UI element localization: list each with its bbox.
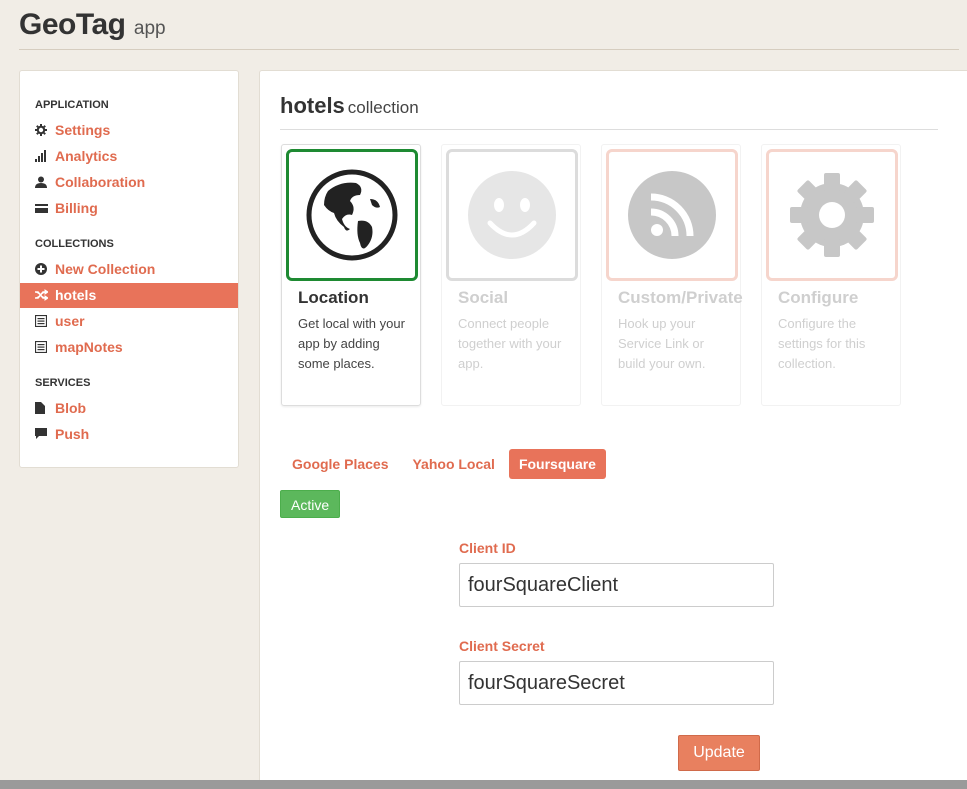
tab-google-places[interactable]: Google Places xyxy=(282,449,398,479)
window-bottom-bar xyxy=(0,780,967,789)
sidebar-item-blob[interactable]: Blob xyxy=(20,396,238,421)
sidebar-item-user[interactable]: user xyxy=(20,309,238,334)
shuffle-icon xyxy=(35,284,49,301)
gear-icon xyxy=(35,119,49,136)
sidebar-item-billing[interactable]: Billing xyxy=(20,196,238,221)
tab-yahoo-local[interactable]: Yahoo Local xyxy=(402,449,504,479)
user-icon xyxy=(35,171,49,188)
title-divider xyxy=(280,129,938,130)
sidebar-item-analytics[interactable]: Analytics xyxy=(20,144,238,169)
card-description: Get local with your app by adding some p… xyxy=(298,316,405,371)
card-location[interactable]: Location Get local with your app by addi… xyxy=(281,144,421,406)
app-title: GeoTag xyxy=(19,8,126,41)
gear-icon xyxy=(790,173,874,257)
list-icon xyxy=(34,336,49,354)
status-badge: Active xyxy=(280,490,341,518)
card-custom-private[interactable]: Custom/Private Hook up your Service Link… xyxy=(601,144,743,406)
client-id-field[interactable] xyxy=(459,563,774,607)
collection-name: hotels xyxy=(280,93,345,118)
sidebar-item-mapnotes[interactable]: mapNotes xyxy=(20,335,238,360)
card-title: Custom/Private xyxy=(618,288,743,307)
section-services: SERVICES xyxy=(35,377,91,389)
sidebar-item-new-collection[interactable]: New Collection xyxy=(20,257,238,282)
tab-foursquare[interactable]: Foursquare xyxy=(508,449,606,479)
sidebar-item-label: Push xyxy=(55,426,90,442)
smiley-icon xyxy=(468,171,556,259)
list-icon xyxy=(34,310,49,328)
file-icon xyxy=(35,397,49,414)
client-secret-field[interactable] xyxy=(459,661,774,705)
sidebar-item-settings[interactable]: Settings xyxy=(20,118,238,143)
sidebar-item-label: user xyxy=(55,313,85,329)
app-subtitle: app xyxy=(133,18,166,39)
card-description: Hook up your Service Link or build your … xyxy=(618,316,706,371)
sidebar-item-push[interactable]: Push xyxy=(20,422,238,447)
page-title: hotels collection xyxy=(280,93,419,119)
section-application: APPLICATION xyxy=(35,99,109,111)
sidebar-item-label: Collaboration xyxy=(55,174,146,190)
sidebar-item-label: hotels xyxy=(55,287,97,303)
collection-suffix: collection xyxy=(347,98,419,117)
comment-icon xyxy=(35,423,49,439)
sidebar-item-hotels[interactable]: hotels xyxy=(20,283,238,308)
sidebar-item-label: Blob xyxy=(55,400,87,416)
client-id-label: Client ID xyxy=(459,540,516,556)
card-tile xyxy=(606,149,738,281)
plus-circle-icon xyxy=(35,258,49,275)
globe-icon xyxy=(306,169,398,261)
app-header: GeoTag app xyxy=(19,8,959,50)
client-secret-label: Client Secret xyxy=(459,638,545,654)
card-tile xyxy=(446,149,578,281)
sidebar-item-label: mapNotes xyxy=(55,339,123,355)
sidebar-item-collaboration[interactable]: Collaboration xyxy=(20,170,238,195)
card-social[interactable]: Social Connect people together with your… xyxy=(441,144,581,406)
sidebar-item-label: Settings xyxy=(55,122,111,138)
card-title: Location xyxy=(298,288,369,307)
sidebar: APPLICATION Settings Analytics Collabora… xyxy=(19,70,239,468)
card-description: Connect people together with your app. xyxy=(458,316,562,371)
card-tile xyxy=(286,149,418,281)
section-collections: COLLECTIONS xyxy=(35,238,114,250)
main-panel: hotels collection Location Get local with… xyxy=(259,70,967,789)
sidebar-item-label: Analytics xyxy=(55,148,118,164)
update-button[interactable]: Update xyxy=(678,735,760,771)
sidebar-item-label: New Collection xyxy=(55,261,156,277)
sidebar-item-label: Billing xyxy=(55,200,98,216)
card-configure[interactable]: Configure Configure the settings for thi… xyxy=(761,144,901,406)
card-tile xyxy=(766,149,898,281)
card-title: Configure xyxy=(778,288,859,307)
bar-chart-icon xyxy=(35,145,49,162)
card-title: Social xyxy=(458,288,509,307)
rss-icon xyxy=(628,171,716,259)
credit-card-icon xyxy=(35,197,49,213)
provider-tabs: Google Places Yahoo Local Foursquare xyxy=(282,449,610,479)
card-description: Configure the settings for this collecti… xyxy=(778,316,866,371)
